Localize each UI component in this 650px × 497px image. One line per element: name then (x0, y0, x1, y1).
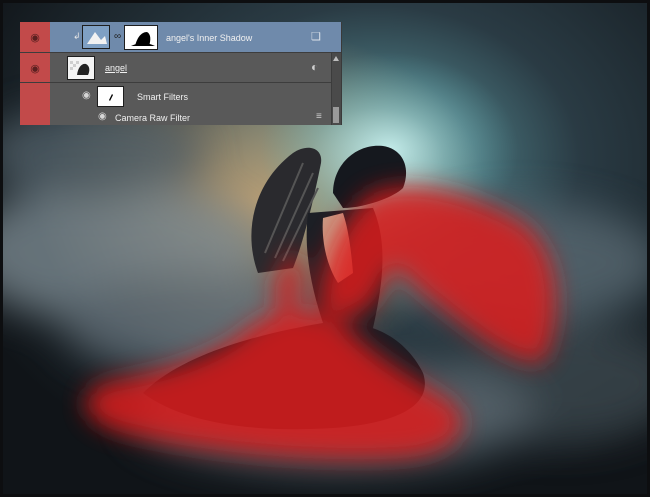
filter-mask-thumbnail[interactable] (97, 86, 124, 107)
adjustment-icon (87, 32, 107, 44)
eye-icon[interactable]: ◉ (30, 62, 40, 75)
visibility-cell (20, 83, 50, 110)
scroll-thumb[interactable] (333, 107, 339, 123)
layer-name: Camera Raw Filter (115, 113, 191, 123)
layer-mask-thumbnail[interactable] (124, 25, 158, 50)
layer-thumbnail[interactable] (82, 25, 110, 49)
visibility-cell (20, 110, 50, 125)
layer-style-icon[interactable]: ❏ (311, 30, 321, 43)
eye-icon[interactable]: ◉ (82, 90, 91, 101)
filter-options-icon[interactable]: ≡ (316, 111, 322, 122)
layers-panel: ◉ ↲ ∞ angel's Inner Shadow ❏ ◉ angel ◐ ◉… (20, 22, 342, 125)
mask-icon (131, 32, 155, 46)
layer-row-inner-shadow[interactable]: ◉ ↲ ∞ angel's Inner Shadow ❏ (20, 22, 341, 53)
layer-name: angel's Inner Shadow (166, 33, 253, 43)
layers-scrollbar[interactable] (331, 53, 341, 125)
eye-icon[interactable]: ◉ (30, 31, 40, 44)
layer-name: Smart Filters (137, 92, 189, 102)
filter-mask-icon (109, 94, 113, 101)
scroll-up-icon[interactable] (333, 56, 339, 61)
smart-object-icon: ◐ (311, 60, 319, 74)
link-icon[interactable]: ∞ (114, 31, 121, 42)
layer-row-camera-raw-filter[interactable]: ◉ Camera Raw Filter ≡ (20, 110, 341, 125)
visibility-toggle[interactable]: ◉ (20, 53, 50, 82)
eye-icon[interactable]: ◉ (98, 111, 107, 122)
layer-name: angel (105, 63, 128, 73)
clipping-arrow-icon: ↲ (73, 31, 81, 41)
layer-row-smart-filters[interactable]: ◉ Smart Filters (20, 83, 341, 110)
angel-thumbnail-icon (68, 57, 94, 79)
visibility-toggle[interactable]: ◉ (20, 22, 50, 52)
layer-row-angel[interactable]: ◉ angel ◐ (20, 53, 341, 83)
layer-thumbnail[interactable] (67, 56, 95, 80)
